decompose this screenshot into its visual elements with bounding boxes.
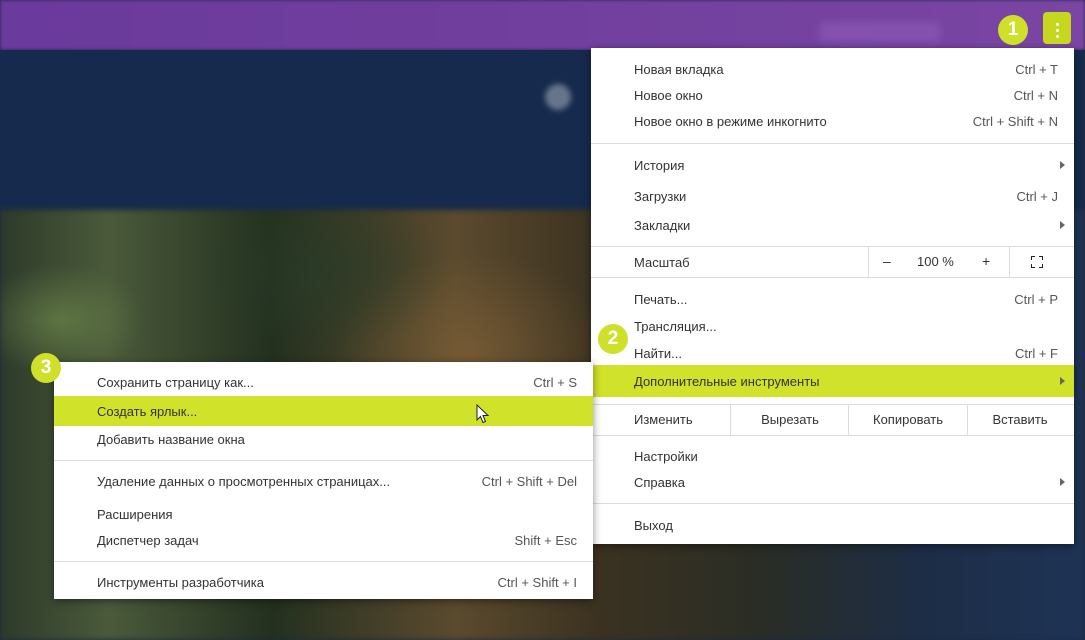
submenu-item-extensions[interactable]: Расширения <box>54 501 593 527</box>
submenu-item-name-window[interactable]: Добавить название окна <box>54 426 593 452</box>
zoom-control: – 100 % + <box>868 247 1010 277</box>
kebab-menu-icon[interactable] <box>1043 12 1071 44</box>
menu-separator <box>54 561 593 562</box>
menu-item-incognito[interactable]: Новое окно в режиме инкогнито Ctrl + Shi… <box>591 108 1074 134</box>
paste-button[interactable]: Вставить <box>966 405 1074 435</box>
copy-button[interactable]: Копировать <box>848 405 968 435</box>
step-badge-1: 1 <box>998 15 1028 45</box>
menu-item-downloads[interactable]: Загрузки Ctrl + J <box>591 183 1074 209</box>
menu-item-help[interactable]: Справка <box>591 469 1074 495</box>
zoom-out-button[interactable]: – <box>883 253 891 269</box>
submenu-item-task-manager[interactable]: Диспетчер задач Shift + Esc <box>54 527 593 553</box>
zoom-value: 100 % <box>917 254 954 269</box>
submenu-item-save-page[interactable]: Сохранить страницу как... Ctrl + S <box>54 369 593 395</box>
step-badge-3: 3 <box>31 353 61 383</box>
browser-main-menu: Новая вкладка Ctrl + T Новое окно Ctrl +… <box>591 48 1074 544</box>
zoom-label: Масштаб <box>634 255 690 270</box>
submenu-item-clear-data[interactable]: Удаление данных о просмотренных страница… <box>54 468 593 494</box>
menu-separator <box>54 460 593 461</box>
blurred-search-icon <box>545 84 571 110</box>
submenu-arrow-icon <box>1060 377 1065 385</box>
menu-item-more-tools[interactable]: Дополнительные инструменты <box>591 365 1074 397</box>
submenu-arrow-icon <box>1060 478 1065 486</box>
menu-item-cast[interactable]: Трансляция... <box>591 313 1074 339</box>
menu-item-find[interactable]: Найти... Ctrl + F <box>591 340 1074 366</box>
edit-row: Изменить Вырезать Копировать Вставить <box>591 404 1074 436</box>
zoom-row: Масштаб – 100 % + <box>591 246 1074 278</box>
menu-item-bookmarks[interactable]: Закладки <box>591 212 1074 238</box>
cut-button[interactable]: Вырезать <box>730 405 849 435</box>
menu-separator <box>591 143 1074 144</box>
blurred-toolbar-element <box>820 22 940 42</box>
edit-label: Изменить <box>634 412 693 427</box>
submenu-item-create-shortcut[interactable]: Создать ярлык... <box>54 396 593 426</box>
menu-item-new-window[interactable]: Новое окно Ctrl + N <box>591 82 1074 108</box>
menu-item-exit[interactable]: Выход <box>591 512 1074 538</box>
menu-separator <box>591 503 1074 504</box>
menu-item-history[interactable]: История <box>591 152 1074 178</box>
submenu-arrow-icon <box>1060 221 1065 229</box>
submenu-arrow-icon <box>1060 161 1065 169</box>
step-badge-2: 2 <box>598 324 628 354</box>
more-tools-submenu: Сохранить страницу как... Ctrl + S Созда… <box>54 362 593 599</box>
submenu-item-dev-tools[interactable]: Инструменты разработчика Ctrl + Shift + … <box>54 569 593 595</box>
fullscreen-icon[interactable] <box>1031 256 1043 268</box>
mouse-cursor-icon <box>476 404 490 424</box>
menu-item-settings[interactable]: Настройки <box>591 443 1074 469</box>
menu-item-print[interactable]: Печать... Ctrl + P <box>591 286 1074 312</box>
menu-item-new-tab[interactable]: Новая вкладка Ctrl + T <box>591 56 1074 82</box>
zoom-in-button[interactable]: + <box>982 253 990 269</box>
